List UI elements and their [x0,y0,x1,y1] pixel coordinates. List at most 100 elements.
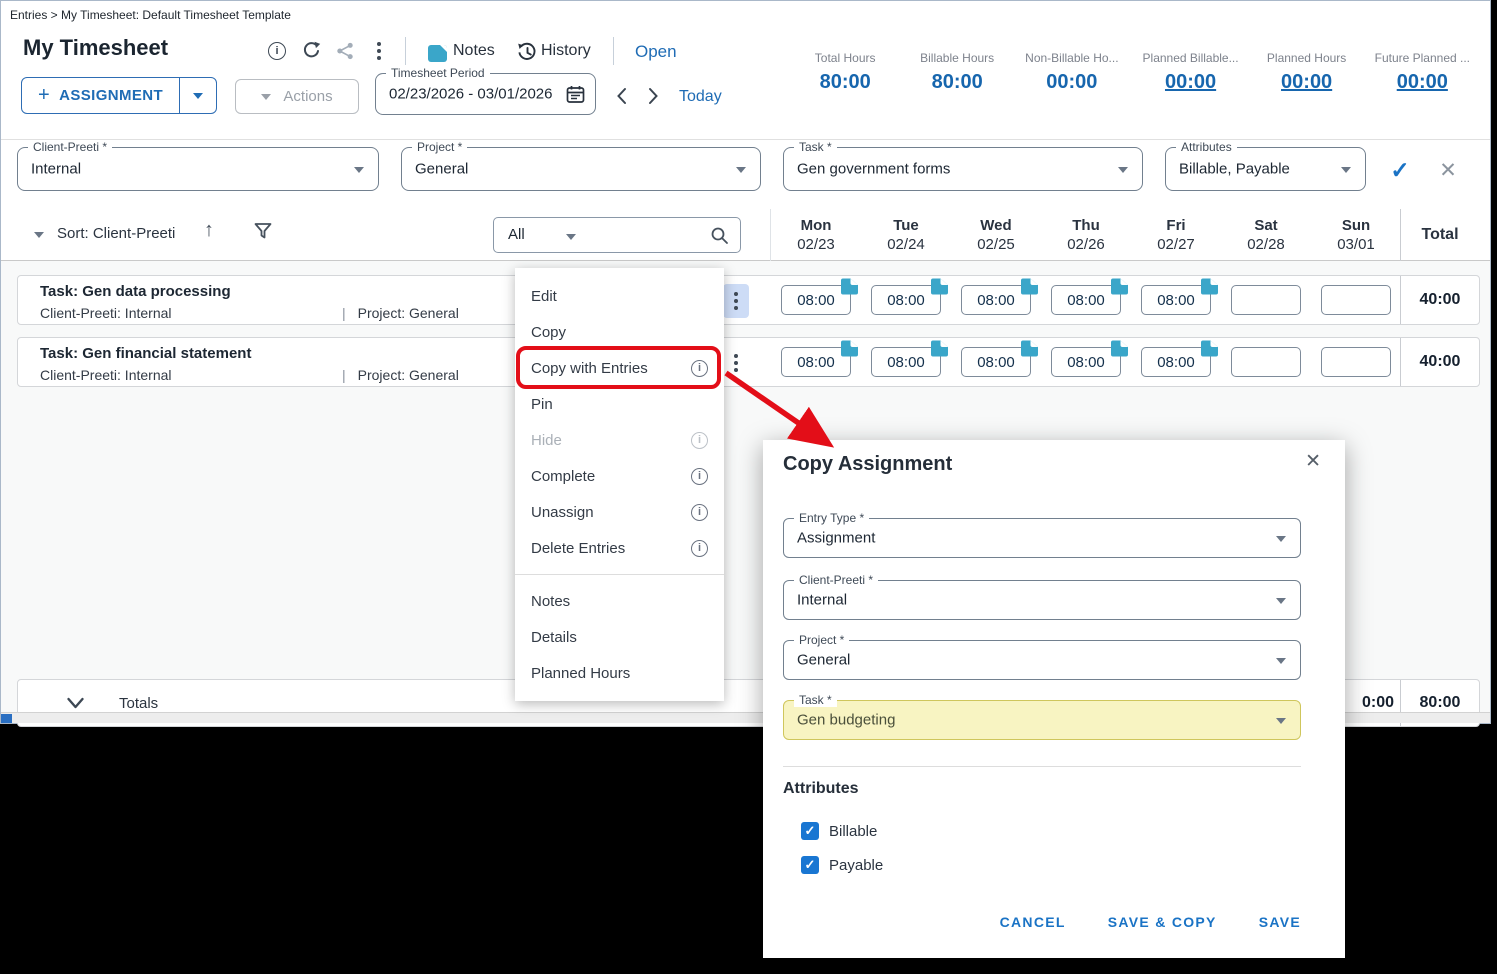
menu-item-notes[interactable]: Notes [515,583,724,619]
history-link[interactable]: History [541,42,591,60]
time-entry-input[interactable]: 08:00 [1051,285,1121,315]
sort-direction-icon[interactable]: ↑ [204,219,214,242]
stat-value[interactable]: 00:00 [1375,71,1470,94]
breadcrumb[interactable]: Entries > My Timesheet: Default Timeshee… [10,8,291,22]
refresh-icon[interactable] [299,39,323,63]
add-assignment-button[interactable]: +ASSIGNMENT [21,77,217,114]
info-icon[interactable]: i [691,540,708,557]
menu-item-pin[interactable]: Pin [515,386,724,422]
row-kebab-menu-icon[interactable] [723,346,749,380]
modal-field[interactable]: Entry Type *Assignment [783,518,1301,558]
time-entry-input[interactable]: 08:00 [871,347,941,377]
cancel-button[interactable]: CANCEL [1000,914,1066,930]
entry-note-badge-icon[interactable] [840,340,859,361]
filter-field[interactable]: AttributesBillable, Payable [1165,147,1366,191]
day-cell [1311,338,1401,386]
entry-note-badge-icon[interactable] [1110,278,1129,299]
menu-item-details[interactable]: Details [515,619,724,655]
today-link[interactable]: Today [679,88,722,106]
day-cell: 08:00 [1131,276,1221,324]
notes-doc-icon[interactable] [425,41,449,65]
assignment-row: Task: Gen financial statementClient-Pree… [17,337,1480,387]
stat-label: Planned Billable... [1143,51,1239,65]
entry-note-badge-icon[interactable] [1020,340,1039,361]
modal-field[interactable]: Client-Preeti *Internal [783,580,1301,620]
share-icon[interactable] [333,39,357,63]
attribute-checkbox-row[interactable]: ✓ Payable [801,856,883,874]
menu-item-label: Complete [531,468,595,485]
save-and-copy-button[interactable]: SAVE & COPY [1108,914,1217,930]
info-icon[interactable]: i [691,432,708,449]
entry-note-badge-icon[interactable] [930,340,949,361]
time-entry-input[interactable]: 08:00 [1051,347,1121,377]
open-link[interactable]: Open [635,42,677,62]
filter-funnel-icon[interactable] [253,221,273,246]
time-entry-input[interactable]: 08:00 [1141,285,1211,315]
actions-button[interactable]: Actions [235,79,359,114]
time-entry-input[interactable] [1231,285,1301,315]
timesheet-period-value: 02/23/2026 - 03/01/2026 [389,86,552,103]
modal-close-icon[interactable]: ✕ [1305,450,1321,473]
time-entry-input[interactable] [1231,347,1301,377]
time-entry-input[interactable] [1321,347,1391,377]
entry-note-badge-icon[interactable] [1020,278,1039,299]
info-icon[interactable]: i [691,468,708,485]
search-filter-caret[interactable] [566,234,576,240]
time-entry-input[interactable] [1321,285,1391,315]
modal-field[interactable]: Project *General [783,640,1301,680]
filter-field[interactable]: Client-Preeti *Internal [17,147,379,191]
timesheet-period-field[interactable]: Timesheet Period 02/23/2026 - 03/01/2026 [375,73,596,115]
time-entry-input[interactable]: 08:00 [871,285,941,315]
menu-item-label: Details [531,629,577,646]
filter-field[interactable]: Task *Gen government forms [783,147,1143,191]
stat-label: Billable Hours [913,51,1001,65]
sort-dropdown-caret[interactable] [34,232,44,238]
search-icon[interactable] [709,225,730,251]
checkbox-checked-icon[interactable]: ✓ [801,822,819,840]
actions-label: Actions [283,88,332,105]
calendar-icon[interactable] [566,85,585,104]
entry-note-badge-icon[interactable] [1200,340,1219,361]
sort-label[interactable]: Sort: Client-Preeti [57,225,175,242]
row-total-value: 40:00 [1400,276,1479,324]
time-entry-input[interactable]: 08:00 [961,285,1031,315]
menu-item-planned-hours[interactable]: Planned Hours [515,655,724,691]
search-filter-box[interactable]: All [493,217,741,253]
info-icon[interactable]: i [691,504,708,521]
time-entry-input[interactable]: 08:00 [961,347,1031,377]
time-entry-input[interactable]: 08:00 [781,347,851,377]
assignment-dropdown-toggle[interactable] [179,78,216,113]
entry-note-badge-icon[interactable] [840,278,859,299]
entry-note-badge-icon[interactable] [930,278,949,299]
row-kebab-menu-icon[interactable] [723,284,749,318]
next-period-button[interactable] [643,85,663,107]
entry-note-badge-icon[interactable] [1200,278,1219,299]
info-icon[interactable]: i [265,39,289,63]
kebab-menu-icon[interactable] [367,39,391,63]
menu-item-delete-entries[interactable]: Delete Entriesi [515,530,724,566]
save-button[interactable]: SAVE [1259,914,1301,930]
stat-value[interactable]: 00:00 [1143,71,1239,94]
menu-item-edit[interactable]: Edit [515,278,724,314]
info-icon[interactable]: i [691,360,708,377]
scrollbar-thumb[interactable] [1,714,12,723]
menu-item-unassign[interactable]: Unassigni [515,494,724,530]
checkbox-label: Payable [829,857,883,874]
apply-filters-check-icon[interactable]: ✓ [1387,157,1413,183]
menu-item-copy[interactable]: Copy [515,314,724,350]
notes-link[interactable]: Notes [453,42,495,60]
filter-field-label: Task * [794,140,837,154]
menu-item-copy-with-entries[interactable]: Copy with Entriesi [515,350,724,386]
checkbox-checked-icon[interactable]: ✓ [801,856,819,874]
filter-field[interactable]: Project *General [401,147,761,191]
attribute-checkbox-row[interactable]: ✓Billable [801,822,877,840]
prev-period-button[interactable] [611,85,631,107]
history-icon[interactable] [515,40,539,64]
modal-field[interactable]: Task *Gen budgeting [783,700,1301,740]
clear-filters-x-icon[interactable]: ✕ [1435,157,1461,183]
menu-item-complete[interactable]: Complete i [515,458,724,494]
entry-note-badge-icon[interactable] [1110,340,1129,361]
time-entry-input[interactable]: 08:00 [781,285,851,315]
stat-value[interactable]: 00:00 [1263,71,1351,94]
time-entry-input[interactable]: 08:00 [1141,347,1211,377]
